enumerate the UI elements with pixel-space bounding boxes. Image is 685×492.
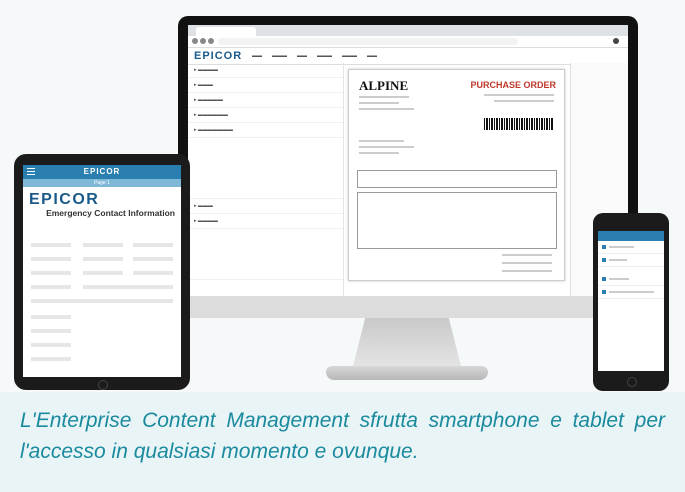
sidebar-row	[188, 229, 343, 280]
sidebar-row	[188, 138, 343, 199]
list-item	[598, 241, 664, 254]
form-field	[31, 357, 71, 361]
page-label: Page 1	[23, 179, 181, 187]
form-field	[133, 271, 173, 275]
tablet-screen: EPICOR Page 1 EPICOR Emergency Contact I…	[23, 165, 181, 377]
browser-address-bar	[188, 36, 628, 48]
total-line	[502, 262, 552, 264]
form-field	[31, 285, 71, 289]
text-line	[359, 108, 414, 110]
form-field	[31, 343, 71, 347]
phone-screen	[598, 231, 664, 371]
sidebar-row: ▸ ▬▬▬	[188, 199, 343, 214]
total-line	[502, 270, 552, 272]
profile-icon	[613, 38, 619, 44]
browser-tab-bar	[188, 25, 628, 36]
desktop-monitor: EPICOR ▬▬ ▬▬▬ ▬▬ ▬▬▬ ▬▬▬ ▬▬ ▸ ▬▬▬▬ ▸ ▬▬▬ ▸ ▬▬…	[178, 16, 638, 318]
browser-tab	[196, 27, 256, 36]
epicor-logo: EPICOR	[194, 50, 243, 62]
form-title: Emergency Contact Information	[46, 208, 175, 218]
text-line	[359, 96, 409, 98]
sidebar-row: ▸ ▬▬▬▬	[188, 63, 343, 78]
form-field	[83, 271, 123, 275]
home-button	[98, 380, 108, 390]
form-field	[133, 257, 173, 261]
back-icon	[192, 38, 198, 44]
monitor-screen: EPICOR ▬▬ ▬▬▬ ▬▬ ▬▬▬ ▬▬▬ ▬▬ ▸ ▬▬▬▬ ▸ ▬▬▬ ▸ ▬▬…	[188, 25, 628, 297]
list-item	[598, 286, 664, 299]
form-field	[83, 243, 123, 247]
monitor-stand	[352, 318, 462, 370]
monitor-base	[326, 366, 488, 380]
form-field	[31, 257, 71, 261]
form-field	[83, 257, 123, 261]
form-field	[31, 299, 173, 303]
sidebar-row: ▸ ▬▬▬▬▬	[188, 93, 343, 108]
company-logo: ALPINE	[359, 78, 409, 93]
home-button	[627, 377, 637, 387]
form-field	[31, 329, 71, 333]
forward-icon	[200, 38, 206, 44]
form-field	[133, 243, 173, 247]
order-info-table	[357, 170, 557, 188]
line-items-table	[357, 192, 557, 249]
list-item	[598, 254, 664, 267]
sidebar-row: ▸ ▬▬▬▬	[188, 214, 343, 229]
text-line	[359, 152, 399, 154]
barcode	[484, 118, 554, 130]
url-field	[218, 38, 518, 45]
monitor-chin	[178, 296, 638, 318]
sidebar-row: ▸ ▬▬▬	[188, 78, 343, 93]
form-field	[31, 271, 71, 275]
sidebar-row: ▸ ▬▬▬▬▬▬▬	[188, 123, 343, 138]
text-line	[484, 94, 554, 96]
header-logo: EPICOR	[83, 167, 121, 176]
list-item	[598, 273, 664, 286]
sidebar-row: ▸ ▬▬▬▬▬▬	[188, 108, 343, 123]
smartphone-device	[593, 213, 669, 391]
app-menu: ▬▬ ▬▬▬ ▬▬ ▬▬▬ ▬▬▬ ▬▬	[252, 53, 377, 59]
form-field	[31, 315, 71, 319]
text-line	[359, 140, 404, 142]
epicor-logo: EPICOR	[29, 191, 100, 208]
reload-icon	[208, 38, 214, 44]
devices-illustration: EPICOR ▬▬ ▬▬▬ ▬▬ ▬▬▬ ▬▬▬ ▬▬ ▸ ▬▬▬▬ ▸ ▬▬▬ ▸ ▬▬…	[0, 0, 685, 392]
phone-app-header	[598, 231, 664, 241]
form-field	[31, 243, 71, 247]
document-title: PURCHASE ORDER	[470, 80, 556, 90]
tablet-app-header: EPICOR	[23, 165, 181, 179]
purchase-order-document: ALPINE PURCHASE ORDER	[348, 69, 565, 281]
text-line	[359, 102, 399, 104]
document-sidebar: ▸ ▬▬▬▬ ▸ ▬▬▬ ▸ ▬▬▬▬▬ ▸ ▬▬▬▬▬▬ ▸ ▬▬▬▬▬▬▬ …	[188, 63, 344, 297]
form-field	[83, 285, 173, 289]
caption-text: L'Enterprise Content Management sfrutta …	[20, 409, 665, 463]
text-line	[359, 146, 414, 148]
total-line	[502, 254, 552, 256]
tablet-device: EPICOR Page 1 EPICOR Emergency Contact I…	[14, 154, 190, 390]
text-line	[494, 100, 554, 102]
